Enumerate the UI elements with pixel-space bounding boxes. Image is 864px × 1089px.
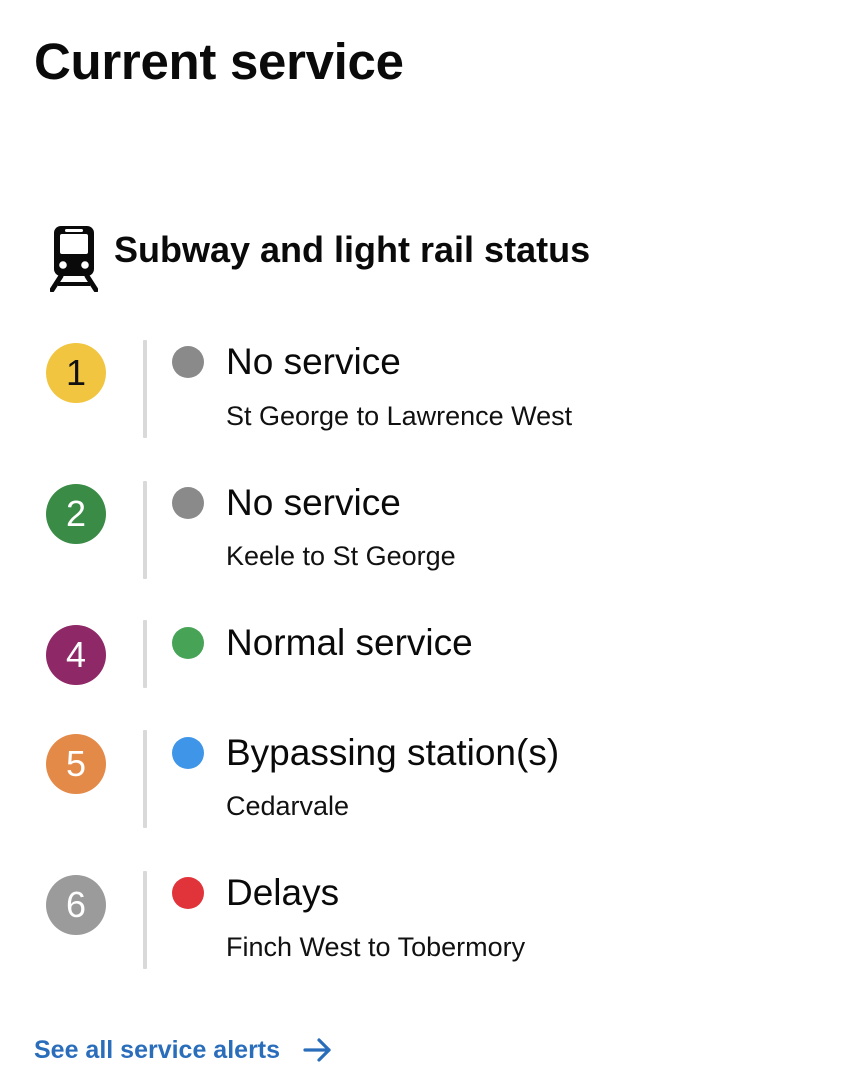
line-badge-1: 1 — [46, 343, 106, 403]
line-badge-2: 2 — [46, 484, 106, 544]
status-label: No service — [226, 341, 401, 382]
status-dot-icon — [172, 877, 204, 909]
alerts-link-label: See all service alerts — [34, 1036, 281, 1064]
status-detail: St George to Lawrence West — [226, 401, 573, 431]
status-label: Normal service — [226, 622, 473, 663]
status-label: Delays — [226, 872, 340, 913]
status-label: No service — [226, 482, 401, 523]
row-divider — [143, 481, 147, 579]
section-title: Subway and light rail status — [114, 229, 591, 270]
status-label: Bypassing station(s) — [226, 732, 560, 773]
line-row-1[interactable]: 1 No service St George to Lawrence West — [46, 340, 846, 440]
row-divider — [143, 340, 147, 438]
row-divider — [143, 871, 147, 969]
status-dot-icon — [172, 487, 204, 519]
line-badge-5: 5 — [46, 734, 106, 794]
line-badge-4: 4 — [46, 625, 106, 685]
status-detail: Finch West to Tobermory — [226, 932, 526, 962]
line-row-2[interactable]: 2 No service Keele to St George — [46, 481, 846, 581]
row-divider — [143, 730, 147, 828]
line-badge-6: 6 — [46, 875, 106, 935]
subway-train-icon — [50, 226, 98, 292]
status-dot-icon — [172, 346, 204, 378]
see-all-service-alerts-link[interactable]: See all service alerts — [34, 1032, 334, 1068]
arrow-right-icon — [303, 1038, 331, 1062]
line-row-6[interactable]: 6 Delays Finch West to Tobermory — [46, 871, 846, 971]
page-title: Current service — [34, 33, 404, 90]
line-row-4[interactable]: 4 Normal service — [46, 620, 846, 690]
line-row-5[interactable]: 5 Bypassing station(s) Cedarvale — [46, 730, 846, 830]
row-divider — [143, 620, 147, 688]
status-detail: Keele to St George — [226, 541, 456, 571]
subway-status-header: Subway and light rail status — [50, 222, 590, 294]
status-dot-icon — [172, 737, 204, 769]
status-detail: Cedarvale — [226, 791, 350, 821]
status-dot-icon — [172, 627, 204, 659]
